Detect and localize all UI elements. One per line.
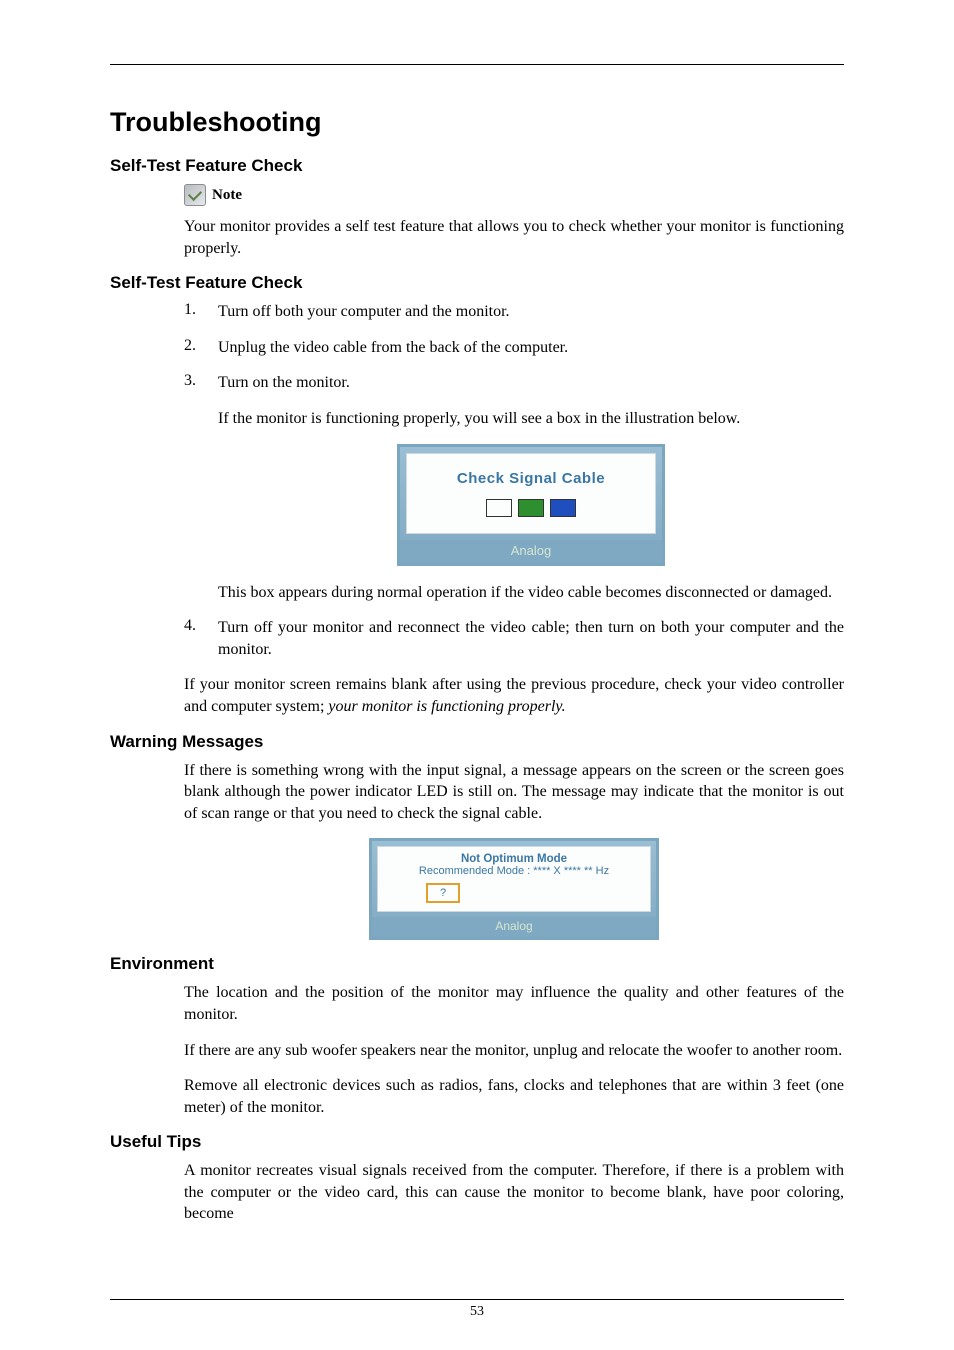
figure1-inner: Check Signal Cable: [406, 453, 656, 534]
environment-block: The location and the position of the mon…: [184, 982, 844, 1118]
section-warning-heading: Warning Messages: [110, 732, 844, 752]
page: Troubleshooting Self-Test Feature Check …: [0, 0, 954, 1350]
self-test-intro-block: Note Your monitor provides a self test f…: [184, 184, 844, 259]
step-2: 2. Unplug the video cable from the back …: [184, 337, 844, 359]
figure2-q: ?: [426, 883, 460, 903]
step3-subcontent: If the monitor is functioning properly, …: [218, 408, 844, 603]
figure2-line2: Recommended Mode : **** X **** ** Hz: [384, 865, 644, 877]
swatch-blue: [550, 499, 576, 517]
ordered-steps-cont: 4. Turn off your monitor and reconnect t…: [184, 617, 844, 660]
note-body: Your monitor provides a self test featur…: [184, 216, 844, 259]
figure-not-optimum: Not Optimum Mode Recommended Mode : ****…: [369, 838, 659, 940]
page-footer: 53: [110, 1299, 844, 1320]
step-3: 3. Turn on the monitor.: [184, 372, 844, 394]
step-number: 1.: [184, 301, 218, 323]
tips-block: A monitor recreates visual signals recei…: [184, 1160, 844, 1225]
note-label: Note: [212, 187, 242, 204]
figure2-line1: Not Optimum Mode: [384, 853, 644, 865]
step-number: 4.: [184, 617, 218, 660]
note-row: Note: [184, 184, 844, 206]
step-text: Turn on the monitor.: [218, 372, 844, 394]
step-text: Turn off both your computer and the moni…: [218, 301, 844, 323]
warning-block: If there is something wrong with the inp…: [184, 760, 844, 941]
page-number: 53: [110, 1304, 844, 1320]
step3-box-caption: This box appears during normal operation…: [218, 582, 844, 604]
environment-p3: Remove all electronic devices such as ra…: [184, 1075, 844, 1118]
step-text: Turn off your monitor and reconnect the …: [218, 617, 844, 660]
closing-italic: your monitor is functioning properly.: [328, 698, 565, 715]
note-icon: [184, 184, 206, 206]
step-1: 1. Turn off both your computer and the m…: [184, 301, 844, 323]
section-tips-heading: Useful Tips: [110, 1132, 844, 1152]
footer-rule: [110, 1299, 844, 1300]
step3-after-text: If the monitor is functioning properly, …: [218, 408, 844, 430]
self-test-closing: If your monitor screen remains blank aft…: [184, 674, 844, 717]
chapter-title: Troubleshooting: [110, 107, 844, 138]
step-number: 3.: [184, 372, 218, 394]
figure2-inner: Not Optimum Mode Recommended Mode : ****…: [377, 846, 651, 912]
step-4: 4. Turn off your monitor and reconnect t…: [184, 617, 844, 660]
step-text: Unplug the video cable from the back of …: [218, 337, 844, 359]
step-number: 2.: [184, 337, 218, 359]
top-rule: [110, 64, 844, 65]
section-self-test-intro-heading: Self-Test Feature Check: [110, 156, 844, 176]
environment-p2: If there are any sub woofer speakers nea…: [184, 1040, 844, 1062]
figure2-footer: Analog: [372, 917, 656, 937]
figure-check-signal: Check Signal Cable Analog: [397, 444, 665, 566]
figure1-title: Check Signal Cable: [411, 470, 651, 487]
environment-p1: The location and the position of the mon…: [184, 982, 844, 1025]
tips-p1: A monitor recreates visual signals recei…: [184, 1160, 844, 1225]
swatch-red: [486, 499, 512, 517]
ordered-steps: 1. Turn off both your computer and the m…: [184, 301, 844, 394]
self-test-steps-block: 1. Turn off both your computer and the m…: [184, 301, 844, 717]
section-self-test-steps-heading: Self-Test Feature Check: [110, 273, 844, 293]
figure1-footer: Analog: [400, 540, 662, 563]
swatch-green: [518, 499, 544, 517]
warning-body: If there is something wrong with the inp…: [184, 760, 844, 825]
figure1-swatches: [411, 499, 651, 517]
section-environment-heading: Environment: [110, 954, 844, 974]
